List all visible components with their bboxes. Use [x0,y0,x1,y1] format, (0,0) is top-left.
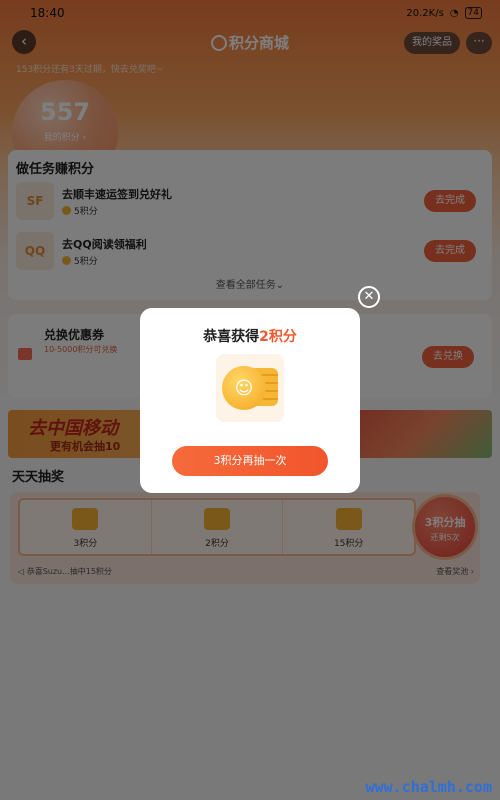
draw-again-button[interactable]: 3积分再抽一次 [172,446,328,476]
points-mall-page: 18:40 20.2K/s ◔ 74 ‹ 积分商城 我的奖品 ··· 153积分… [0,0,500,800]
reward-coin-icon: ☺ [216,354,284,422]
reward-amount: 2积分 [259,329,297,345]
site-watermark: www.chalmh.com [365,778,492,796]
close-icon[interactable]: ✕ [358,286,380,308]
reward-dialog: 恭喜获得2积分 ☺ 3积分再抽一次 [140,308,360,493]
dialog-title: 恭喜获得2积分 [203,329,297,345]
